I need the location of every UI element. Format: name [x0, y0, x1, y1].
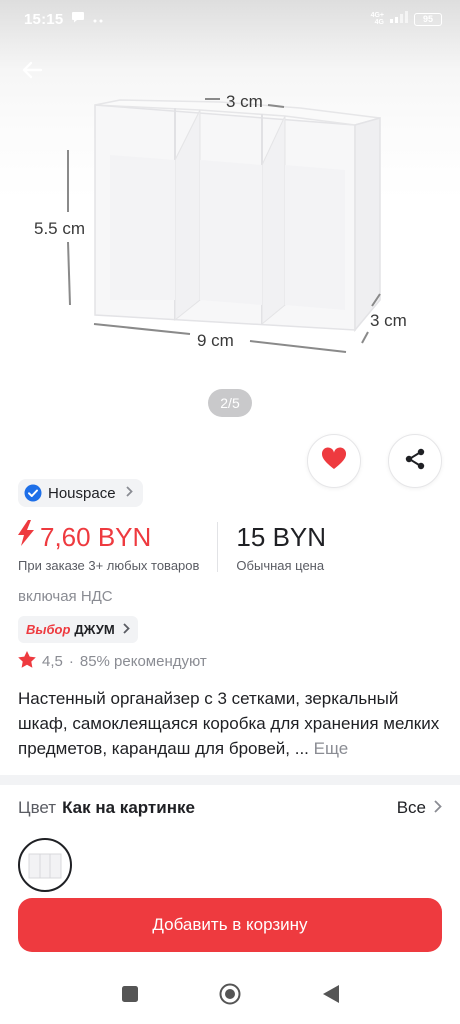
- triangle-back-icon: [323, 984, 339, 1008]
- lightning-icon: [18, 520, 34, 554]
- product-image-gallery[interactable]: 3 cm 5.5 cm 3 cm 9 cm 2/5: [0, 0, 460, 432]
- product-title-text: Настенный органайзер с 3 сетками, зеркал…: [18, 689, 440, 758]
- rating-separator: ·: [68, 653, 74, 670]
- regular-price-note: Обычная цена: [236, 558, 325, 573]
- recent-apps-button[interactable]: [117, 983, 143, 1009]
- rating-value: 4,5: [42, 653, 63, 670]
- regular-price: 15 BYN: [236, 522, 327, 552]
- product-title: Настенный органайзер с 3 сетками, зеркал…: [18, 686, 444, 761]
- choice-brand: Выбор: [26, 622, 71, 637]
- back-button[interactable]: [14, 54, 50, 90]
- dimension-right-label: 3 cm: [370, 311, 407, 330]
- all-colors-label: Все: [396, 798, 426, 817]
- swatch-thumbnail: [28, 853, 62, 879]
- check-badge-icon: [24, 484, 42, 502]
- favorite-button[interactable]: [307, 434, 361, 488]
- back-nav-button[interactable]: [318, 983, 344, 1009]
- sale-price-note: При заказе 3+ любых товаров: [18, 558, 200, 573]
- system-nav-bar: [0, 968, 460, 1024]
- status-bar: 15:15 4G+ 4G 95: [0, 0, 460, 38]
- square-icon: [122, 985, 138, 1007]
- dimension-top-label: 3 cm: [226, 92, 263, 111]
- product-image: 3 cm 5.5 cm 3 cm 9 cm: [34, 92, 407, 353]
- rating-row[interactable]: 4,5 · 85% рекомендуют: [18, 651, 207, 672]
- color-swatch-selected[interactable]: [18, 838, 72, 892]
- vat-note: включая НДС: [18, 588, 113, 605]
- section-divider: [0, 775, 460, 785]
- dimension-bottom-label: 9 cm: [197, 331, 234, 350]
- recommend-text: 85% рекомендуют: [79, 653, 207, 670]
- price-divider: [217, 522, 219, 572]
- image-pager: 2/5: [208, 389, 252, 417]
- all-colors-link[interactable]: Все: [397, 798, 442, 818]
- star-icon: [18, 651, 36, 672]
- battery-indicator: 95: [414, 12, 442, 26]
- network-type: 4G+ 4G: [370, 12, 384, 26]
- color-value: Как на картинке: [62, 798, 195, 817]
- home-button[interactable]: [217, 983, 243, 1009]
- more-link[interactable]: Еще: [314, 739, 349, 758]
- seller-chip[interactable]: Houspace: [18, 479, 143, 507]
- share-icon: [403, 447, 427, 476]
- price-block: 7,60 BYN При заказе 3+ любых товаров 15 …: [18, 520, 442, 576]
- add-to-cart-button[interactable]: Добавить в корзину: [18, 898, 442, 952]
- choice-name: ДЖУМ: [74, 622, 115, 637]
- choice-chip[interactable]: Выбор ДЖУМ: [18, 616, 138, 643]
- chevron-right-icon: [125, 486, 133, 500]
- seller-name: Houspace: [48, 484, 116, 502]
- more-notifications-icon: [93, 10, 103, 28]
- chevron-right-icon: [123, 622, 130, 637]
- status-time: 15:15: [24, 10, 64, 28]
- circle-icon: [219, 983, 241, 1010]
- sale-price: 7,60 BYN: [40, 522, 152, 552]
- message-icon: [71, 10, 85, 29]
- dimension-left-label: 5.5 cm: [34, 219, 85, 238]
- signal-icon: [390, 10, 408, 28]
- chevron-right-icon: [434, 798, 442, 818]
- color-label: Цвет: [18, 798, 57, 817]
- color-selector[interactable]: Цвет Как на картинке Все: [18, 795, 442, 821]
- share-button[interactable]: [388, 434, 442, 488]
- arrow-left-icon: [21, 59, 43, 86]
- heart-icon: [321, 446, 347, 476]
